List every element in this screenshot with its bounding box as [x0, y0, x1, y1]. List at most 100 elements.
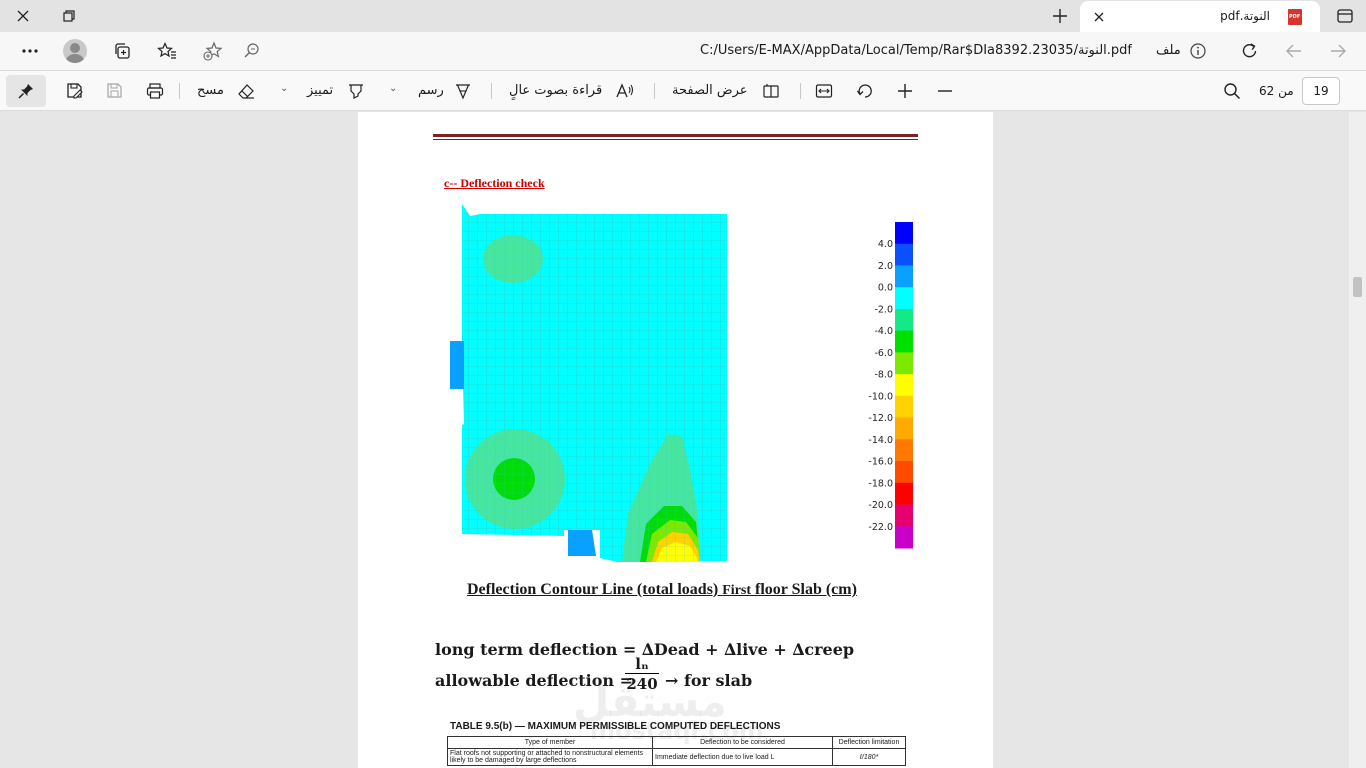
arrow-left-icon [1286, 44, 1301, 58]
erase-label[interactable]: مسح [197, 83, 224, 98]
profile-avatar[interactable] [63, 39, 87, 63]
legend-tick-label: -18.0 [868, 478, 893, 489]
draw-label[interactable]: رسم [418, 83, 444, 98]
more-icon [22, 49, 38, 53]
tab-close-button[interactable] [1088, 6, 1110, 28]
table-header-cell: Type of member [447, 736, 653, 749]
caption-part-2: First [722, 583, 752, 598]
save-icon [107, 83, 122, 98]
legend-tick-label: -8.0 [874, 370, 893, 381]
page-view-button[interactable] [759, 79, 783, 103]
toolbar-separator [800, 83, 801, 99]
fit-width-icon [815, 84, 833, 98]
pen-draw-icon [456, 84, 470, 100]
address-url[interactable]: C:/Users/E-MAX/AppData/Local/Temp/Rar$DI… [270, 43, 1132, 58]
toolbar-separator [491, 83, 492, 99]
window-close-button[interactable] [0, 0, 46, 32]
fraction-numerator: lₙ [625, 655, 659, 674]
header-rule [433, 134, 918, 137]
tab-actions-button[interactable] [1330, 4, 1360, 28]
legend-color-swatch [895, 330, 913, 353]
highlighter-icon [349, 84, 363, 99]
page-number-input[interactable]: 19 [1302, 77, 1340, 105]
legend-color-swatch [895, 439, 913, 462]
read-aloud-icon [616, 83, 634, 98]
fit-width-button[interactable] [812, 79, 836, 103]
legend-color-swatch [895, 222, 913, 245]
vertical-scrollbar[interactable] [1349, 112, 1366, 768]
draw-button[interactable] [451, 79, 475, 103]
tab-title: النوتة.pdf [1220, 9, 1270, 23]
legend-color-swatch [895, 265, 913, 288]
scrollbar-thumb[interactable] [1353, 277, 1362, 297]
tab-actions-icon [1337, 9, 1353, 23]
legend-color-swatch [895, 395, 913, 419]
pin-icon [18, 84, 33, 99]
new-tab-button[interactable] [1046, 3, 1074, 29]
pdf-viewer: c-- Deflection check 4.0 2.0 0.0 -2.0 -4… [0, 112, 1366, 768]
add-favorite-button[interactable] [198, 36, 228, 66]
more-menu-button[interactable] [15, 36, 45, 66]
legend-color-swatch [895, 504, 913, 527]
rotate-button[interactable] [853, 79, 877, 103]
legend-color-swatch [895, 352, 913, 375]
table-row: Flat roofs not supporting or attached to… [447, 748, 906, 766]
address-file-label: ملف [1156, 43, 1181, 58]
window-restore-button[interactable] [46, 0, 92, 32]
save-button[interactable] [103, 79, 127, 103]
legend-color-swatch [895, 308, 913, 332]
tab-active[interactable]: النوتة.pdf [1080, 1, 1320, 32]
find-in-page-button[interactable] [237, 36, 267, 66]
restore-icon [63, 10, 75, 22]
refresh-button[interactable] [1235, 36, 1265, 66]
legend-tick-label: -20.0 [868, 500, 893, 511]
legend-tick-label: -2.0 [874, 304, 893, 315]
toolbar-separator [179, 83, 180, 99]
header-rule-thin [433, 139, 918, 140]
favorites-list-icon [157, 42, 176, 59]
save-as-button[interactable] [63, 79, 87, 103]
draw-options-chevron[interactable]: ⌄ [389, 83, 397, 94]
close-icon [1094, 12, 1104, 22]
print-icon [146, 83, 164, 99]
table-cell: ℓ/180* [832, 748, 906, 766]
section-title: c-- Deflection check [444, 176, 545, 190]
save-as-icon [67, 83, 83, 99]
highlight-options-chevron[interactable]: ⌄ [280, 83, 288, 94]
zoom-in-button[interactable] [893, 79, 917, 103]
deflection-contour-image [450, 204, 727, 562]
legend-tick-label: -14.0 [868, 435, 893, 446]
pdf-page: c-- Deflection check 4.0 2.0 0.0 -2.0 -4… [358, 112, 993, 768]
read-aloud-button[interactable] [613, 79, 637, 103]
legend-color-swatch [895, 526, 913, 549]
page-count-label: من 62 [1259, 84, 1294, 98]
back-button[interactable] [1279, 36, 1309, 66]
table-header-cell: Deflection limitation [832, 736, 906, 749]
highlight-label[interactable]: تمييز [307, 83, 333, 98]
legend-tick-label: 4.0 [878, 239, 893, 250]
print-button[interactable] [143, 79, 167, 103]
site-info-button[interactable] [1190, 43, 1206, 63]
toolbar-separator [654, 83, 655, 99]
zoom-out-button[interactable] [933, 79, 957, 103]
info-icon [1190, 43, 1206, 59]
pdf-toolbar: مسح ⌄ تمييز ⌄ رسم قراءة بصوت عالٍ عرض ال… [0, 71, 1366, 111]
page-view-label[interactable]: عرض الصفحة [672, 83, 748, 98]
erase-button[interactable] [234, 79, 258, 103]
legend-color-swatch [895, 287, 913, 310]
legend-tick-label: 0.0 [878, 283, 893, 294]
read-aloud-label[interactable]: قراءة بصوت عالٍ [509, 83, 602, 98]
search-text-icon [244, 43, 259, 58]
table-header-cell: Deflection to be considered [652, 736, 833, 749]
legend-tick-label: -10.0 [868, 391, 893, 402]
highlight-button[interactable] [344, 79, 368, 103]
eraser-icon [238, 84, 254, 99]
favorites-button[interactable] [152, 36, 182, 66]
search-pdf-button[interactable] [1220, 79, 1244, 103]
forward-button[interactable] [1323, 36, 1353, 66]
search-icon [1224, 83, 1241, 100]
legend-tick-label: 2.0 [878, 261, 893, 272]
collections-button[interactable] [107, 36, 137, 66]
pin-toolbar-button[interactable] [6, 75, 46, 107]
arrow-right-icon [1331, 44, 1346, 58]
